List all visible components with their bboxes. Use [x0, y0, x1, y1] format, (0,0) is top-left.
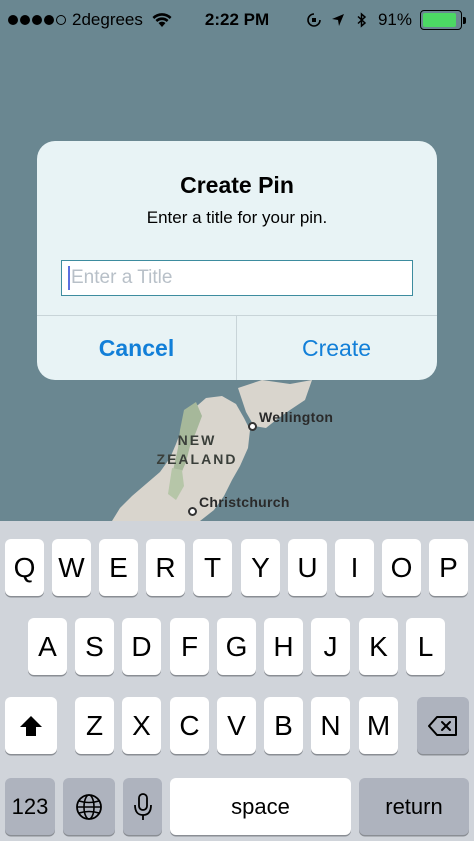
key-label: K	[369, 630, 388, 662]
key-f[interactable]: F	[170, 618, 209, 675]
key-label: W	[58, 551, 85, 583]
key-e[interactable]: E	[99, 539, 138, 596]
key-t[interactable]: T	[193, 539, 232, 596]
key-x[interactable]: X	[122, 697, 161, 754]
key-label: P	[439, 551, 458, 583]
key-s[interactable]: S	[75, 618, 114, 675]
city-label-christchurch: Christchurch	[199, 494, 290, 510]
globe-icon	[76, 793, 102, 820]
key-b[interactable]: B	[264, 697, 303, 754]
battery-icon	[420, 10, 466, 30]
key-label: L	[417, 630, 434, 662]
signal-strength-icon	[8, 15, 66, 25]
key-z[interactable]: Z	[75, 697, 114, 754]
key-label: Q	[13, 551, 36, 583]
key-label: U	[297, 551, 318, 583]
numbers-key[interactable]: 123	[5, 778, 55, 835]
key-p[interactable]: P	[429, 539, 468, 596]
cancel-button[interactable]: Cancel	[37, 316, 236, 380]
key-d[interactable]: D	[122, 618, 161, 675]
key-label: A	[38, 630, 57, 662]
key-label: X	[132, 709, 151, 741]
city-label-wellington: Wellington	[259, 409, 334, 425]
key-label: E	[109, 551, 128, 583]
text-cursor	[68, 266, 70, 290]
battery-fill	[423, 13, 456, 27]
key-label: 123	[11, 793, 49, 819]
key-label: D	[131, 630, 152, 662]
return-key[interactable]: return	[359, 778, 469, 835]
city-marker	[188, 507, 197, 516]
microphone-icon	[133, 792, 152, 820]
key-label: I	[350, 551, 359, 583]
status-bar: 2degrees 2:22 PM 91%	[0, 0, 474, 40]
key-label: return	[385, 793, 443, 819]
shift-key[interactable]	[5, 697, 57, 754]
key-label: C	[179, 709, 200, 741]
key-g[interactable]: G	[217, 618, 256, 675]
wifi-icon	[152, 13, 172, 27]
key-q[interactable]: Q	[5, 539, 44, 596]
country-label-line-2: ZEALAND	[156, 451, 238, 467]
key-c[interactable]: C	[170, 697, 209, 754]
bluetooth-icon	[357, 12, 367, 28]
key-label: N	[320, 709, 341, 741]
alert-title: Create Pin	[180, 172, 294, 198]
key-j[interactable]: J	[311, 618, 350, 675]
key-label: space	[231, 793, 290, 819]
key-m[interactable]: M	[359, 697, 398, 754]
title-input-field[interactable]	[61, 260, 413, 296]
key-label: M	[366, 709, 391, 741]
key-label: T	[203, 551, 222, 583]
key-label: F	[180, 630, 199, 662]
key-label: J	[323, 630, 338, 662]
key-n[interactable]: N	[311, 697, 350, 754]
key-w[interactable]: W	[52, 539, 91, 596]
create-button[interactable]: Create	[237, 316, 436, 380]
key-y[interactable]: Y	[241, 539, 280, 596]
key-label: H	[273, 630, 294, 662]
location-arrow-icon	[331, 14, 344, 26]
key-label: O	[390, 551, 413, 583]
key-a[interactable]: A	[28, 618, 67, 675]
title-input[interactable]	[71, 263, 401, 293]
key-label: Y	[251, 551, 270, 583]
city-marker	[248, 422, 257, 431]
delete-icon	[428, 715, 457, 736]
key-h[interactable]: H	[264, 618, 303, 675]
key-i[interactable]: I	[335, 539, 374, 596]
delete-key[interactable]	[417, 697, 469, 754]
key-label: V	[227, 709, 246, 741]
space-key[interactable]: space	[170, 778, 351, 835]
dictation-key[interactable]	[123, 778, 162, 835]
key-o[interactable]: O	[382, 539, 421, 596]
key-r[interactable]: R	[146, 539, 185, 596]
key-k[interactable]: K	[359, 618, 398, 675]
rotation-lock-icon	[307, 13, 321, 27]
alert-message: Enter a title for your pin.	[146, 208, 328, 227]
keyboard: Q W E R T Y U I O P A S D F G H J K L Z …	[0, 521, 474, 841]
key-l[interactable]: L	[406, 618, 445, 675]
key-label: S	[85, 630, 104, 662]
create-pin-alert: Create Pin Enter a title for your pin. C…	[37, 141, 437, 380]
battery-percent: 91%	[377, 10, 412, 29]
globe-key[interactable]	[63, 778, 115, 835]
key-label: R	[155, 551, 176, 583]
shift-icon	[20, 715, 42, 736]
key-label: G	[225, 630, 248, 662]
key-label: Z	[85, 709, 104, 741]
country-label-line-1: NEW	[177, 432, 217, 448]
key-v[interactable]: V	[217, 697, 256, 754]
carrier-name: 2degrees	[72, 10, 143, 29]
key-u[interactable]: U	[288, 539, 327, 596]
country-label: NEW ZEALAND	[150, 431, 244, 469]
key-label: B	[274, 709, 293, 741]
